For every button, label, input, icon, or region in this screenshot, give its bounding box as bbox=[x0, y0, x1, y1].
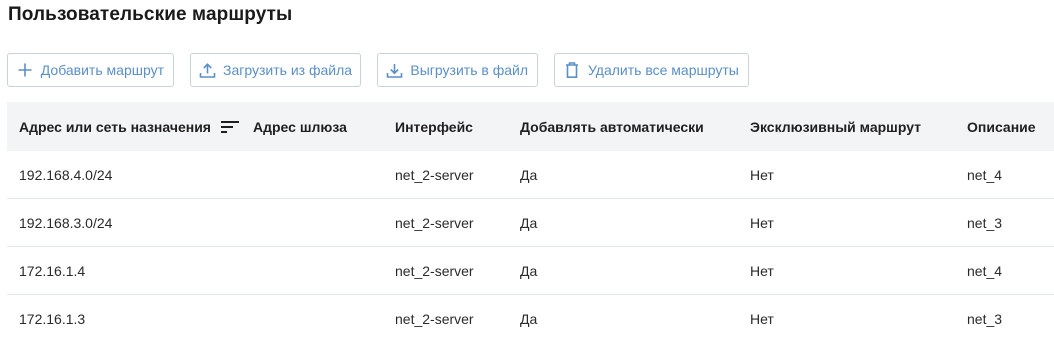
table-row[interactable]: 192.168.3.0/24 net_2-server Да Нет net_3 bbox=[7, 199, 1054, 247]
column-header-interface[interactable]: Интерфейс bbox=[395, 102, 473, 151]
table-row[interactable]: 192.168.4.0/24 net_2-server Да Нет net_4 bbox=[7, 151, 1054, 199]
cell-auto-add: Да bbox=[520, 310, 538, 327]
routes-page: Пользовательские маршруты Добавить маршр… bbox=[0, 0, 1054, 339]
upload-from-file-button[interactable]: Загрузить из файла bbox=[190, 53, 361, 87]
cell-destination: 172.16.1.3 bbox=[19, 310, 86, 327]
column-header-label: Адрес или сеть назначения bbox=[19, 118, 211, 135]
cell-destination: 172.16.1.4 bbox=[19, 262, 86, 279]
table-row[interactable]: 172.16.1.4 net_2-server Да Нет net_4 bbox=[7, 247, 1054, 295]
add-route-button[interactable]: Добавить маршрут bbox=[7, 53, 174, 87]
download-icon bbox=[386, 61, 403, 79]
column-header-destination[interactable]: Адрес или сеть назначения bbox=[19, 102, 239, 151]
cell-auto-add: Да bbox=[520, 166, 538, 183]
cell-auto-add: Да bbox=[520, 262, 538, 279]
download-to-file-label: Выгрузить в файл bbox=[410, 62, 528, 78]
delete-all-routes-button[interactable]: Удалить все маршруты bbox=[554, 53, 749, 87]
upload-from-file-label: Загрузить из файла bbox=[223, 62, 353, 78]
cell-destination: 192.168.3.0/24 bbox=[19, 214, 113, 231]
cell-exclusive: Нет bbox=[750, 166, 774, 183]
plus-icon bbox=[16, 61, 34, 79]
sort-icon[interactable] bbox=[220, 120, 239, 134]
cell-exclusive: Нет bbox=[750, 310, 774, 327]
cell-interface: net_2-server bbox=[395, 262, 474, 279]
download-to-file-button[interactable]: Выгрузить в файл bbox=[377, 53, 538, 87]
delete-all-routes-label: Удалить все маршруты bbox=[588, 62, 739, 78]
cell-destination: 192.168.4.0/24 bbox=[19, 166, 113, 183]
column-header-description[interactable]: Описание bbox=[967, 102, 1036, 151]
column-header-auto-add[interactable]: Добавлять автоматически bbox=[520, 102, 704, 151]
toolbar: Добавить маршрут Загрузить из файла Выгр… bbox=[7, 53, 749, 87]
cell-auto-add: Да bbox=[520, 214, 538, 231]
trash-icon bbox=[563, 61, 581, 79]
table-row[interactable]: 172.16.1.3 net_2-server Да Нет net_3 bbox=[7, 295, 1054, 339]
routes-table: Адрес или сеть назначения Адрес шлюза Ин… bbox=[7, 102, 1054, 339]
cell-interface: net_2-server bbox=[395, 214, 474, 231]
cell-exclusive: Нет bbox=[750, 262, 774, 279]
cell-exclusive: Нет bbox=[750, 214, 774, 231]
page-title: Пользовательские маршруты bbox=[8, 4, 293, 25]
cell-interface: net_2-server bbox=[395, 166, 474, 183]
cell-description: net_3 bbox=[967, 310, 1003, 327]
column-header-gateway[interactable]: Адрес шлюза bbox=[253, 102, 347, 151]
cell-description: net_3 bbox=[967, 214, 1003, 231]
cell-description: net_4 bbox=[967, 166, 1003, 183]
upload-icon bbox=[199, 61, 216, 79]
column-header-exclusive[interactable]: Эксклюзивный маршрут bbox=[750, 102, 921, 151]
table-header: Адрес или сеть назначения Адрес шлюза Ин… bbox=[7, 102, 1054, 151]
cell-interface: net_2-server bbox=[395, 310, 474, 327]
add-route-label: Добавить маршрут bbox=[40, 62, 164, 78]
cell-description: net_4 bbox=[967, 262, 1003, 279]
